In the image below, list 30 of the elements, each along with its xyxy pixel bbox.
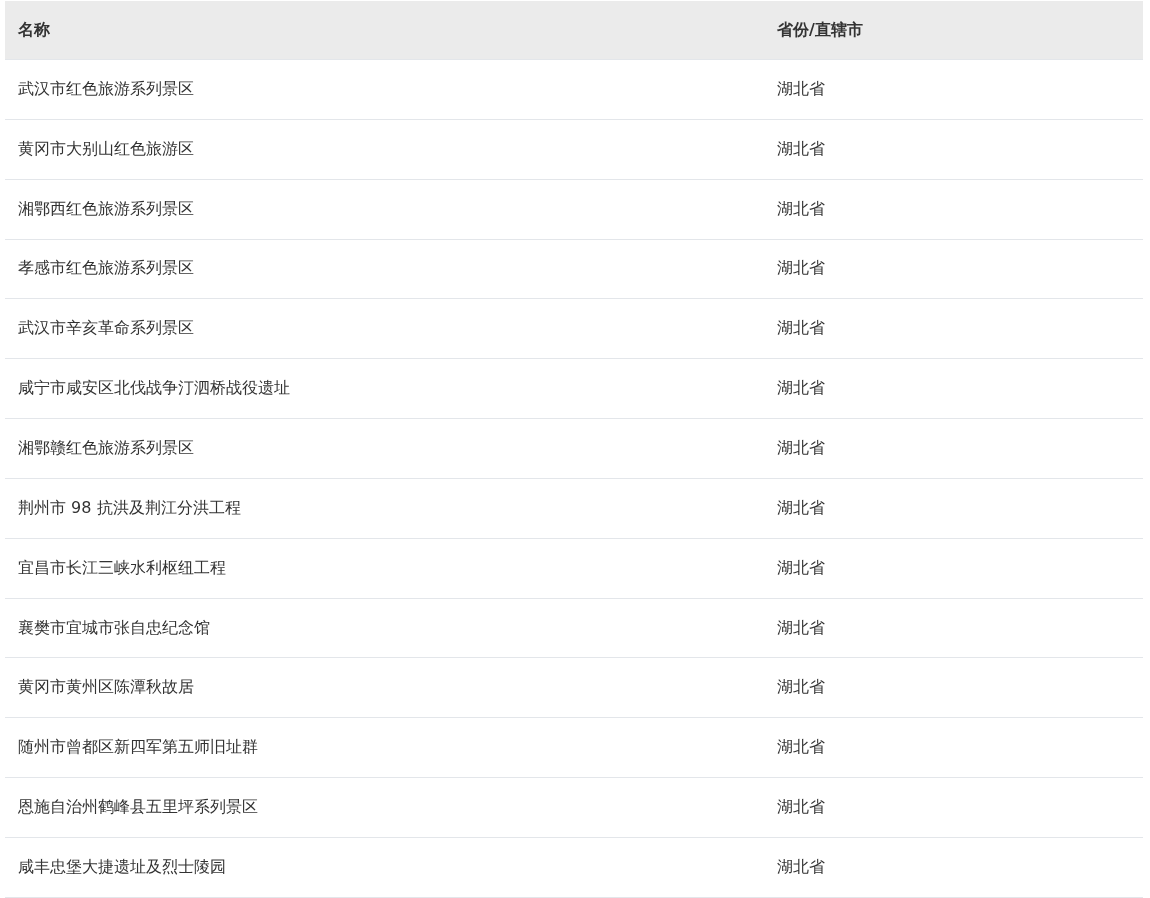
table-cell-text: 湖北省 [776,198,826,220]
table-cell-text: 武汉市红色旅游系列景区 [17,78,195,100]
table-cell-text: 黄冈市黄州区陈潭秋故居 [17,677,195,699]
table-cell-text: 咸丰忠堡大捷遗址及烈士陵园 [17,856,227,878]
table-cell-text: 荆州市 98 抗洪及荆江分洪工程 [17,497,242,519]
table-cell-text: 湖北省 [776,617,826,639]
table-cell-text: 宜昌市长江三峡水利枢纽工程 [17,557,227,579]
table-cell-text: 随州市曾都区新四军第五师旧址群 [17,737,259,759]
table-cell-text: 湘鄂赣红色旅游系列景区 [17,438,195,459]
table-cell-text: 湖北省 [776,438,826,459]
table-cell-text: 湖北省 [776,557,826,579]
table-cell-text: 黄冈市大别山红色旅游区 [17,138,195,160]
table-cell-text: 湖北省 [776,856,826,878]
table-cell-text: 湘鄂西红色旅游系列景区 [17,198,195,220]
table-cell-text: 湖北省 [776,78,826,100]
table-cell-text: 湖北省 [776,677,826,699]
column-header: 省份/直辖市 [776,19,864,41]
table-cell-text: 湖北省 [776,138,826,160]
table-cell-text: 湖北省 [776,258,826,280]
table-cell-text: 孝感市红色旅游系列景区 [17,258,195,280]
table-cell-text: 湖北省 [776,797,826,819]
table-cell-text: 湖北省 [776,378,826,400]
column-header: 名称 [17,19,51,41]
table-cell-text: 湖北省 [776,497,826,519]
table-cell-text: 咸宁市咸安区北伐战争汀泗桥战役遗址 [17,378,291,400]
table-cell-text: 湖北省 [776,318,826,340]
table-cell-text: 湖北省 [776,737,826,759]
table-cell-text: 襄樊市宜城市张自忠纪念馆 [17,617,211,639]
table-cell-text: 武汉市辛亥革命系列景区 [17,318,195,340]
table-cell-text: 恩施自治州鹤峰县五里坪系列景区 [17,797,259,819]
